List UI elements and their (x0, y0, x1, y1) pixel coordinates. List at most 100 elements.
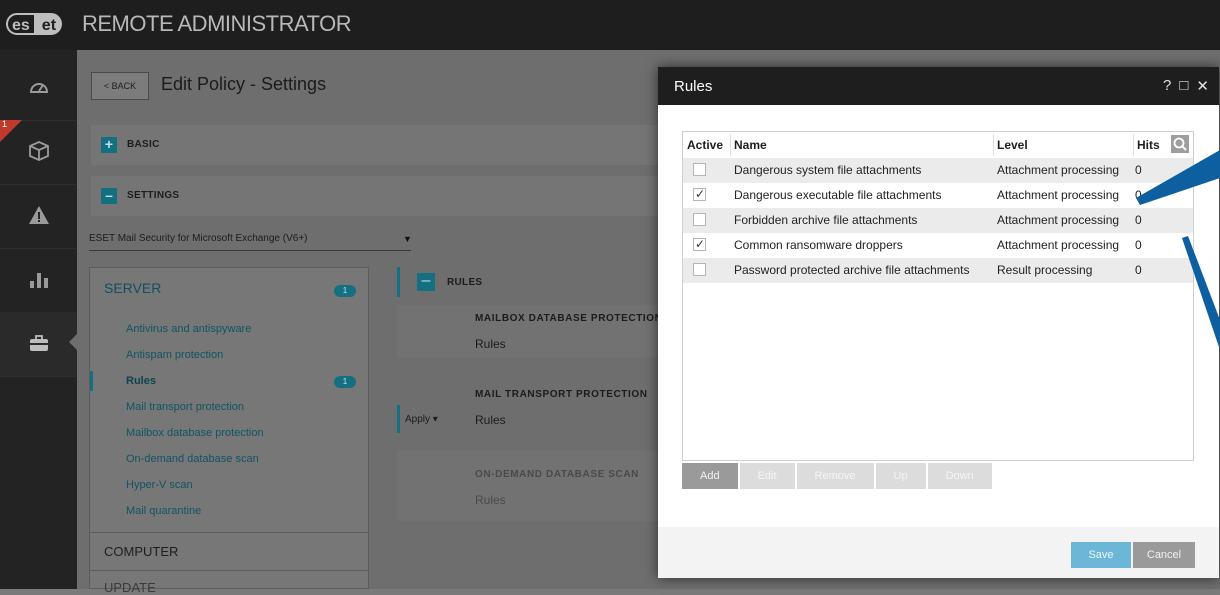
dialog-controls: ? □ ✕ (1163, 77, 1209, 95)
dialog-title: Rules (674, 78, 713, 95)
computer-heading[interactable]: COMPUTER (104, 544, 178, 559)
product-select-value: ESET Mail Security for Microsoft Exchang… (89, 233, 308, 244)
menu-item-on-demand[interactable]: On-demand database scan (126, 453, 259, 465)
rule-level: Attachment processing (997, 213, 1120, 227)
collapse-icon[interactable]: – (101, 188, 117, 204)
col-active[interactable]: Active (687, 138, 723, 152)
table-row[interactable]: Dangerous system file attachments Attach… (683, 158, 1193, 183)
column-divider (730, 134, 731, 156)
edit-button[interactable]: Edit (739, 463, 795, 489)
rule-hits: 0 (1135, 263, 1142, 277)
mail-transport-rules-link[interactable]: Rules (475, 413, 506, 427)
menu-item-mail-transport[interactable]: Mail transport protection (126, 401, 244, 413)
dialog-title-bar: Rules ? □ ✕ (658, 67, 1219, 105)
expand-icon[interactable]: + (101, 137, 117, 153)
rule-hits: 0 (1135, 163, 1142, 177)
settings-label: SETTINGS (127, 190, 180, 201)
back-button[interactable]: < BACK (91, 72, 149, 100)
menu-item-rules[interactable]: Rules (126, 375, 156, 387)
close-icon[interactable]: ✕ (1196, 77, 1209, 95)
menu-item-hyperv[interactable]: Hyper-V scan (126, 479, 193, 491)
rule-name: Forbidden archive file attachments (734, 213, 918, 227)
computers-icon (29, 141, 49, 161)
apply-label: Apply (405, 414, 431, 425)
rules-indicator (397, 267, 400, 297)
rules-badge: 1 (334, 376, 356, 388)
rule-name: Dangerous system file attachments (734, 163, 922, 177)
nav-admin[interactable] (0, 312, 77, 377)
menu-item-antivirus[interactable]: Antivirus and antispyware (126, 323, 251, 335)
app-title: REMOTE ADMINISTRATOR (82, 11, 352, 36)
rule-hits: 0 (1135, 213, 1142, 227)
active-checkbox[interactable] (693, 237, 706, 251)
section-band (397, 451, 697, 521)
search-icon (1173, 137, 1187, 151)
dashboard-icon (29, 83, 49, 93)
active-checkbox[interactable] (693, 187, 706, 201)
table-row[interactable]: Forbidden archive file attachments Attac… (683, 208, 1193, 233)
active-checkbox[interactable] (693, 163, 706, 176)
on-demand-rules-link[interactable]: Rules (475, 493, 506, 507)
save-button[interactable]: Save (1071, 542, 1131, 568)
column-divider (993, 134, 994, 156)
menu-item-quarantine[interactable]: Mail quarantine (126, 505, 201, 517)
cancel-button[interactable]: Cancel (1133, 542, 1195, 568)
apply-dropdown[interactable]: Apply ▾ (405, 414, 438, 425)
settings-tree-panel: SERVER 1 Antivirus and antispyware Antis… (89, 267, 369, 595)
down-button[interactable]: Down (927, 463, 992, 489)
apply-indicator (397, 405, 400, 433)
caret-down-icon: ▾ (432, 414, 438, 425)
table-row[interactable]: Password protected archive file attachme… (683, 258, 1193, 283)
server-badge: 1 (334, 285, 356, 297)
active-item-indicator (90, 371, 93, 391)
notification-count: 1 (2, 119, 8, 129)
rule-level: Result processing (997, 263, 1093, 277)
rule-name: Dangerous executable file attachments (734, 188, 942, 202)
table-row[interactable]: Common ransomware droppers Attachment pr… (683, 233, 1193, 258)
product-select[interactable]: ESET Mail Security for Microsoft Exchang… (89, 230, 412, 251)
remove-button[interactable]: Remove (796, 463, 874, 489)
on-demand-heading: ON-DEMAND DATABASE SCAN (475, 469, 639, 480)
admin-icon (30, 335, 48, 351)
rule-level: Attachment processing (997, 163, 1120, 177)
col-level[interactable]: Level (997, 138, 1028, 152)
divider (90, 570, 368, 571)
nav-computers[interactable]: 1 (0, 119, 77, 185)
chevron-down-icon: ▼ (403, 234, 412, 244)
basic-label: BASIC (127, 139, 160, 150)
maximize-icon[interactable]: □ (1179, 77, 1188, 95)
rule-name: Common ransomware droppers (734, 238, 903, 252)
up-button[interactable]: Up (875, 463, 926, 489)
col-hits[interactable]: Hits (1137, 138, 1160, 152)
page-title: Edit Policy - Settings (161, 74, 327, 94)
menu-item-antispam[interactable]: Antispam protection (126, 349, 223, 361)
dialog-footer: Save Cancel (658, 527, 1219, 578)
collapse-icon[interactable]: – (417, 273, 435, 291)
mail-transport-heading: MAIL TRANSPORT PROTECTION (475, 389, 648, 400)
server-heading[interactable]: SERVER (104, 280, 161, 296)
active-checkbox[interactable] (693, 263, 706, 276)
nav-dashboard[interactable] (0, 56, 77, 121)
mailbox-db-heading: MAILBOX DATABASE PROTECTION (475, 313, 663, 324)
rule-level: Attachment processing (997, 238, 1120, 252)
add-button[interactable]: Add (682, 463, 738, 489)
table-row[interactable]: Dangerous executable file attachments At… (683, 183, 1193, 208)
rules-dialog: Rules ? □ ✕ Active Name Level Hits Dange… (658, 67, 1219, 578)
update-heading[interactable]: UPDATE (104, 580, 156, 595)
rule-hits: 0 (1135, 238, 1142, 252)
rule-level: Attachment processing (997, 188, 1120, 202)
rules-table: Active Name Level Hits Dangerous system … (682, 131, 1194, 461)
active-checkbox[interactable] (693, 213, 706, 226)
menu-item-mailbox-db[interactable]: Mailbox database protection (126, 427, 264, 439)
active-nav-indicator (69, 334, 77, 350)
reports-icon (30, 273, 48, 288)
nav-threats[interactable] (0, 184, 77, 249)
top-bar: es et REMOTE ADMINISTRATOR (0, 0, 1220, 50)
col-name[interactable]: Name (734, 138, 767, 152)
mailbox-db-rules-link[interactable]: Rules (475, 337, 506, 351)
search-button[interactable] (1171, 135, 1189, 153)
left-nav: 1 (0, 50, 77, 589)
help-icon[interactable]: ? (1163, 77, 1171, 95)
column-divider (1133, 134, 1134, 156)
nav-reports[interactable] (0, 248, 77, 313)
